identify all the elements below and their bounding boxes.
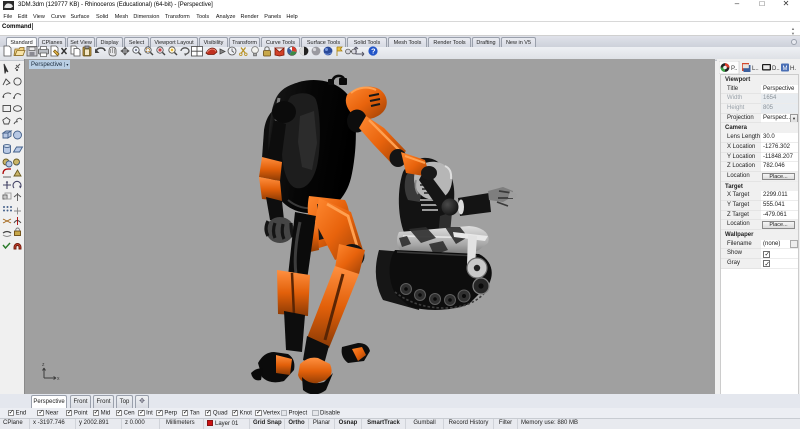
svg-text:?: ?	[371, 47, 376, 56]
svg-text:D..: D..	[772, 66, 780, 72]
svg-text:L..: L..	[752, 66, 759, 72]
svg-text:H.: H.	[790, 66, 796, 72]
svg-text:P..: P..	[731, 66, 738, 72]
svg-text:M: M	[783, 66, 788, 72]
svg-text:x: x	[57, 376, 60, 382]
svg-text:z: z	[42, 362, 45, 368]
